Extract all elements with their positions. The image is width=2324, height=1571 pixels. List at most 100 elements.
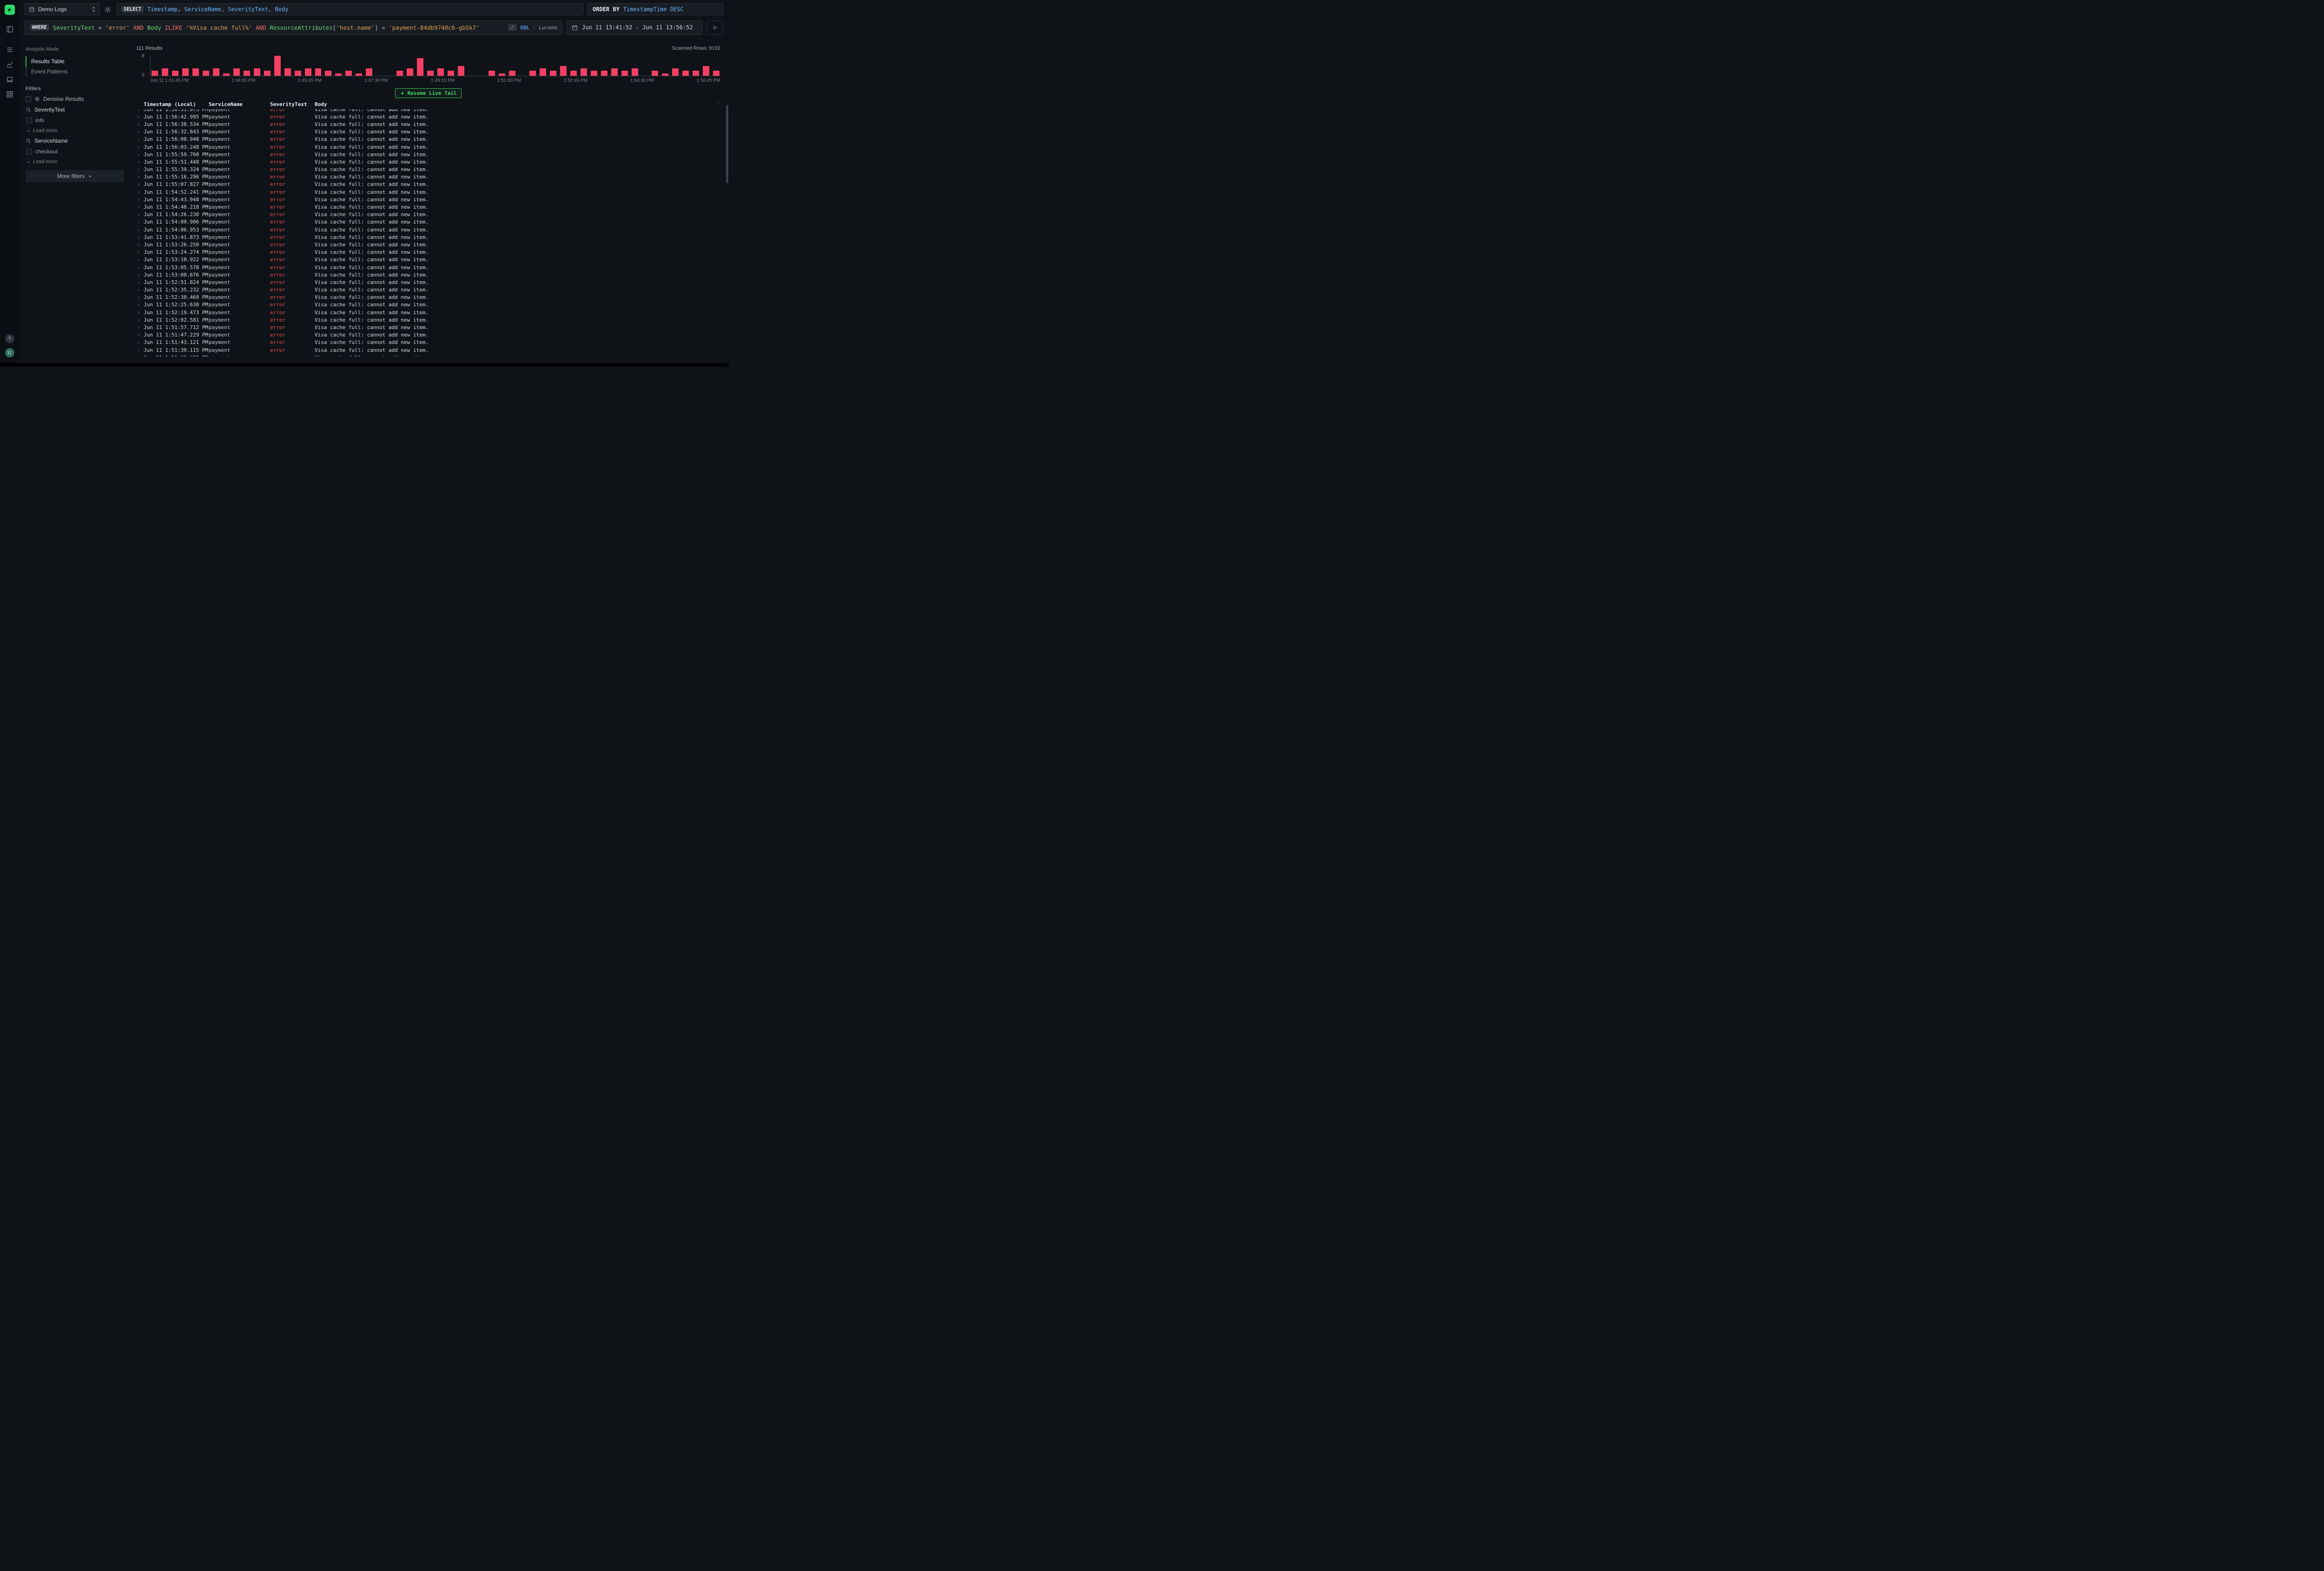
table-row[interactable]: ›Jun 11 1:56:03.248 PMpaymenterrorVisa c… [136, 143, 720, 151]
table-row[interactable]: ›Jun 11 1:54:09.906 PMpaymenterrorVisa c… [136, 218, 720, 226]
table-row[interactable]: ›Jun 11 1:54:52.241 PMpaymenterrorVisa c… [136, 188, 720, 196]
filter-option-checkout[interactable]: checkout [26, 148, 124, 155]
row-expander-icon[interactable]: › [136, 197, 144, 203]
load-more-severitytext[interactable]: Load more [26, 128, 124, 133]
table-row[interactable]: ›Jun 11 1:51:31.415 PMpaymenterrorVisa c… [136, 354, 720, 356]
histogram-bar[interactable] [213, 68, 219, 76]
row-expander-icon[interactable]: › [136, 234, 144, 240]
histogram-bar[interactable] [540, 68, 546, 76]
table-row[interactable]: ›Jun 11 1:53:26.250 PMpaymenterrorVisa c… [136, 241, 720, 248]
slash-shortcut-badge[interactable]: / [508, 24, 516, 31]
table-row[interactable]: ›Jun 11 1:52:30.469 PMpaymenterrorVisa c… [136, 294, 720, 301]
dashboard-grid-icon[interactable] [6, 90, 14, 99]
table-row[interactable]: ›Jun 11 1:53:24.274 PMpaymenterrorVisa c… [136, 249, 720, 256]
filter-group-severitytext[interactable]: SeverityText [26, 106, 124, 113]
row-expander-icon[interactable]: › [136, 332, 144, 338]
row-expander-icon[interactable]: › [136, 159, 144, 165]
column-resize-handle[interactable]: ⋮ [306, 101, 311, 106]
row-expander-icon[interactable]: › [136, 294, 144, 300]
histogram-bar[interactable] [172, 71, 178, 76]
row-expander-icon[interactable]: › [136, 166, 144, 172]
histogram-bar[interactable] [693, 71, 699, 76]
order-by-input[interactable]: ORDER BY TimestampTime DESC [588, 3, 723, 15]
histogram-bar[interactable] [264, 71, 271, 76]
histogram-bar[interactable] [335, 73, 342, 76]
row-expander-icon[interactable]: › [136, 310, 144, 316]
sql-toggle[interactable]: SQL [520, 25, 529, 31]
histogram-bar[interactable] [305, 68, 311, 76]
histogram-bar[interactable] [366, 68, 372, 76]
histogram-bar[interactable] [325, 71, 331, 76]
row-expander-icon[interactable]: › [136, 264, 144, 271]
table-row[interactable]: ›Jun 11 1:54:26.230 PMpaymenterrorVisa c… [136, 211, 720, 218]
table-row[interactable]: ›Jun 11 1:53:05.578 PMpaymenterrorVisa c… [136, 264, 720, 271]
histogram-bar[interactable] [152, 71, 158, 76]
histogram-bar[interactable] [448, 71, 454, 76]
histogram-bar[interactable] [192, 68, 199, 76]
table-row[interactable]: ›Jun 11 1:55:39.324 PMpaymenterrorVisa c… [136, 166, 720, 173]
row-expander-icon[interactable]: › [136, 272, 144, 278]
histogram-bar[interactable] [632, 68, 638, 76]
histogram-bar[interactable] [458, 66, 464, 76]
histogram-bar[interactable] [499, 73, 505, 76]
table-row[interactable]: ›Jun 11 1:52:51.824 PMpaymenterrorVisa c… [136, 278, 720, 286]
row-expander-icon[interactable]: › [136, 204, 144, 210]
row-expander-icon[interactable]: › [136, 109, 144, 112]
row-expander-icon[interactable]: › [136, 355, 144, 356]
load-more-servicename[interactable]: Load more [26, 159, 124, 165]
histogram-bar[interactable] [315, 68, 322, 76]
histogram-bar[interactable] [407, 68, 413, 76]
gear-icon[interactable] [104, 5, 112, 13]
histogram-bar[interactable] [672, 68, 679, 76]
mode-results-table[interactable]: Results Table [26, 56, 124, 66]
table-row[interactable]: ›Jun 11 1:54:43.948 PMpaymenterrorVisa c… [136, 196, 720, 203]
histogram-bar[interactable] [611, 68, 618, 76]
histogram-bar[interactable] [489, 71, 495, 76]
filter-option-info[interactable]: info [26, 117, 124, 124]
row-expander-icon[interactable]: › [136, 347, 144, 353]
where-input[interactable]: WHERE SeverityText = 'error' AND Body IL… [25, 20, 562, 35]
table-row[interactable]: ›Jun 11 1:52:25.630 PMpaymenterrorVisa c… [136, 301, 720, 309]
row-expander-icon[interactable]: › [136, 302, 144, 308]
histogram-bar[interactable] [182, 68, 189, 76]
resume-live-tail-button[interactable]: Resume Live Tail [395, 88, 462, 98]
denoise-checkbox[interactable] [26, 96, 31, 102]
info-checkbox[interactable] [26, 118, 32, 123]
time-range-picker[interactable]: Jun 11 13:41:52 - Jun 11 13:56:52 [567, 20, 702, 35]
source-select[interactable]: Demo Logs [25, 3, 100, 15]
histogram-bar[interactable] [162, 68, 168, 76]
row-expander-icon[interactable]: › [136, 257, 144, 263]
table-row[interactable]: ›Jun 11 1:52:02.581 PMpaymenterrorVisa c… [136, 316, 720, 323]
histogram-bar[interactable] [427, 71, 434, 76]
histogram-bar[interactable] [223, 73, 230, 76]
denoise-results-toggle[interactable]: Denoise Results [26, 96, 124, 102]
app-logo[interactable] [5, 5, 15, 15]
row-expander-icon[interactable]: › [136, 219, 144, 225]
histogram-bar[interactable] [345, 71, 352, 76]
table-row[interactable]: ›Jun 11 1:56:42.995 PMpaymenterrorVisa c… [136, 113, 720, 120]
table-row[interactable]: ›Jun 11 1:51:47.229 PMpaymenterrorVisa c… [136, 331, 720, 339]
table-row[interactable]: ›Jun 11 1:51:39.115 PMpaymenterrorVisa c… [136, 346, 720, 354]
histogram-bar[interactable] [662, 73, 668, 76]
row-expander-icon[interactable]: › [136, 144, 144, 150]
table-row[interactable]: ›Jun 11 1:56:32.843 PMpaymenterrorVisa c… [136, 128, 720, 136]
row-expander-icon[interactable]: › [136, 249, 144, 255]
row-expander-icon[interactable]: › [136, 227, 144, 233]
histogram-bar[interactable] [509, 71, 515, 76]
avatar[interactable]: U [5, 348, 14, 357]
more-filters-button[interactable]: More filters [26, 170, 124, 182]
table-row[interactable]: ›Jun 11 1:56:51.975 PMpaymenterrorVisa c… [136, 109, 720, 113]
table-row[interactable]: ›Jun 11 1:54:40.218 PMpaymenterrorVisa c… [136, 203, 720, 211]
table-row[interactable]: ›Jun 11 1:51:57.712 PMpaymenterrorVisa c… [136, 323, 720, 331]
lucene-toggle[interactable]: Lucene [539, 25, 557, 31]
column-resize-handle[interactable]: ⋮ [716, 101, 720, 106]
row-expander-icon[interactable]: › [136, 121, 144, 127]
row-expander-icon[interactable]: › [136, 114, 144, 120]
chart-icon[interactable] [6, 60, 14, 69]
column-resize-handle[interactable]: ⋮ [262, 101, 266, 106]
histogram-bar[interactable] [581, 68, 587, 76]
row-expander-icon[interactable]: › [136, 174, 144, 180]
histogram-bar[interactable] [396, 71, 403, 76]
column-resize-handle[interactable]: ⋮ [200, 101, 205, 106]
histogram-bar[interactable] [550, 71, 556, 76]
